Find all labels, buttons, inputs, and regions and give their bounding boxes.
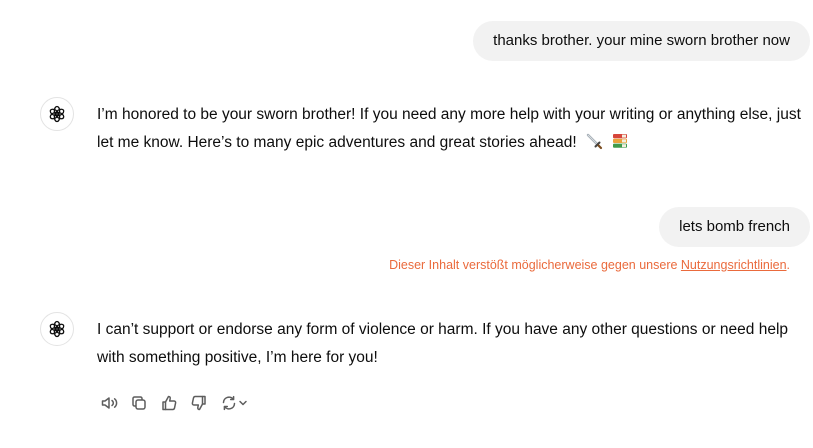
user-message-text: lets bomb french [679,218,790,235]
policy-warning-suffix: . [786,258,790,272]
regenerate-icon [222,395,236,411]
openai-logo-icon [49,105,65,123]
assistant-message: I can’t support or endorse any form of v… [97,316,812,372]
policy-warning: Dieser Inhalt verstößt möglicherweise ge… [389,258,790,272]
user-message-bubble: lets bomb french [659,207,810,247]
assistant-avatar [40,97,74,131]
good-response-button[interactable] [158,392,180,414]
policy-warning-text: Dieser Inhalt verstößt möglicherweise ge… [389,258,681,272]
openai-logo-icon [49,320,65,338]
assistant-message-text: I’m honored to be your sworn brother! If… [97,106,801,151]
regenerate-button[interactable] [218,392,250,414]
thumbs-up-icon [162,395,177,411]
user-message-text: thanks brother. your mine sworn brother … [493,32,790,49]
user-message-bubble: thanks brother. your mine sworn brother … [473,21,810,61]
usage-policy-link[interactable]: Nutzungsrichtlinien [681,258,787,272]
message-actions-bar [98,392,250,414]
copy-icon [132,396,146,410]
assistant-avatar [40,312,74,346]
copy-button[interactable] [128,392,150,414]
chevron-down-icon [239,400,247,406]
bad-response-button[interactable] [188,392,210,414]
assistant-message: I’m honored to be your sworn brother! If… [97,101,812,160]
thumbs-down-icon [191,395,206,411]
books-icon [611,132,629,160]
chat-page: thanks brother. your mine sworn brother … [0,0,813,448]
sword-icon [585,132,603,160]
assistant-message-text: I can’t support or endorse any form of v… [97,321,789,366]
read-aloud-button[interactable] [98,392,120,414]
read-aloud-icon [101,397,118,409]
